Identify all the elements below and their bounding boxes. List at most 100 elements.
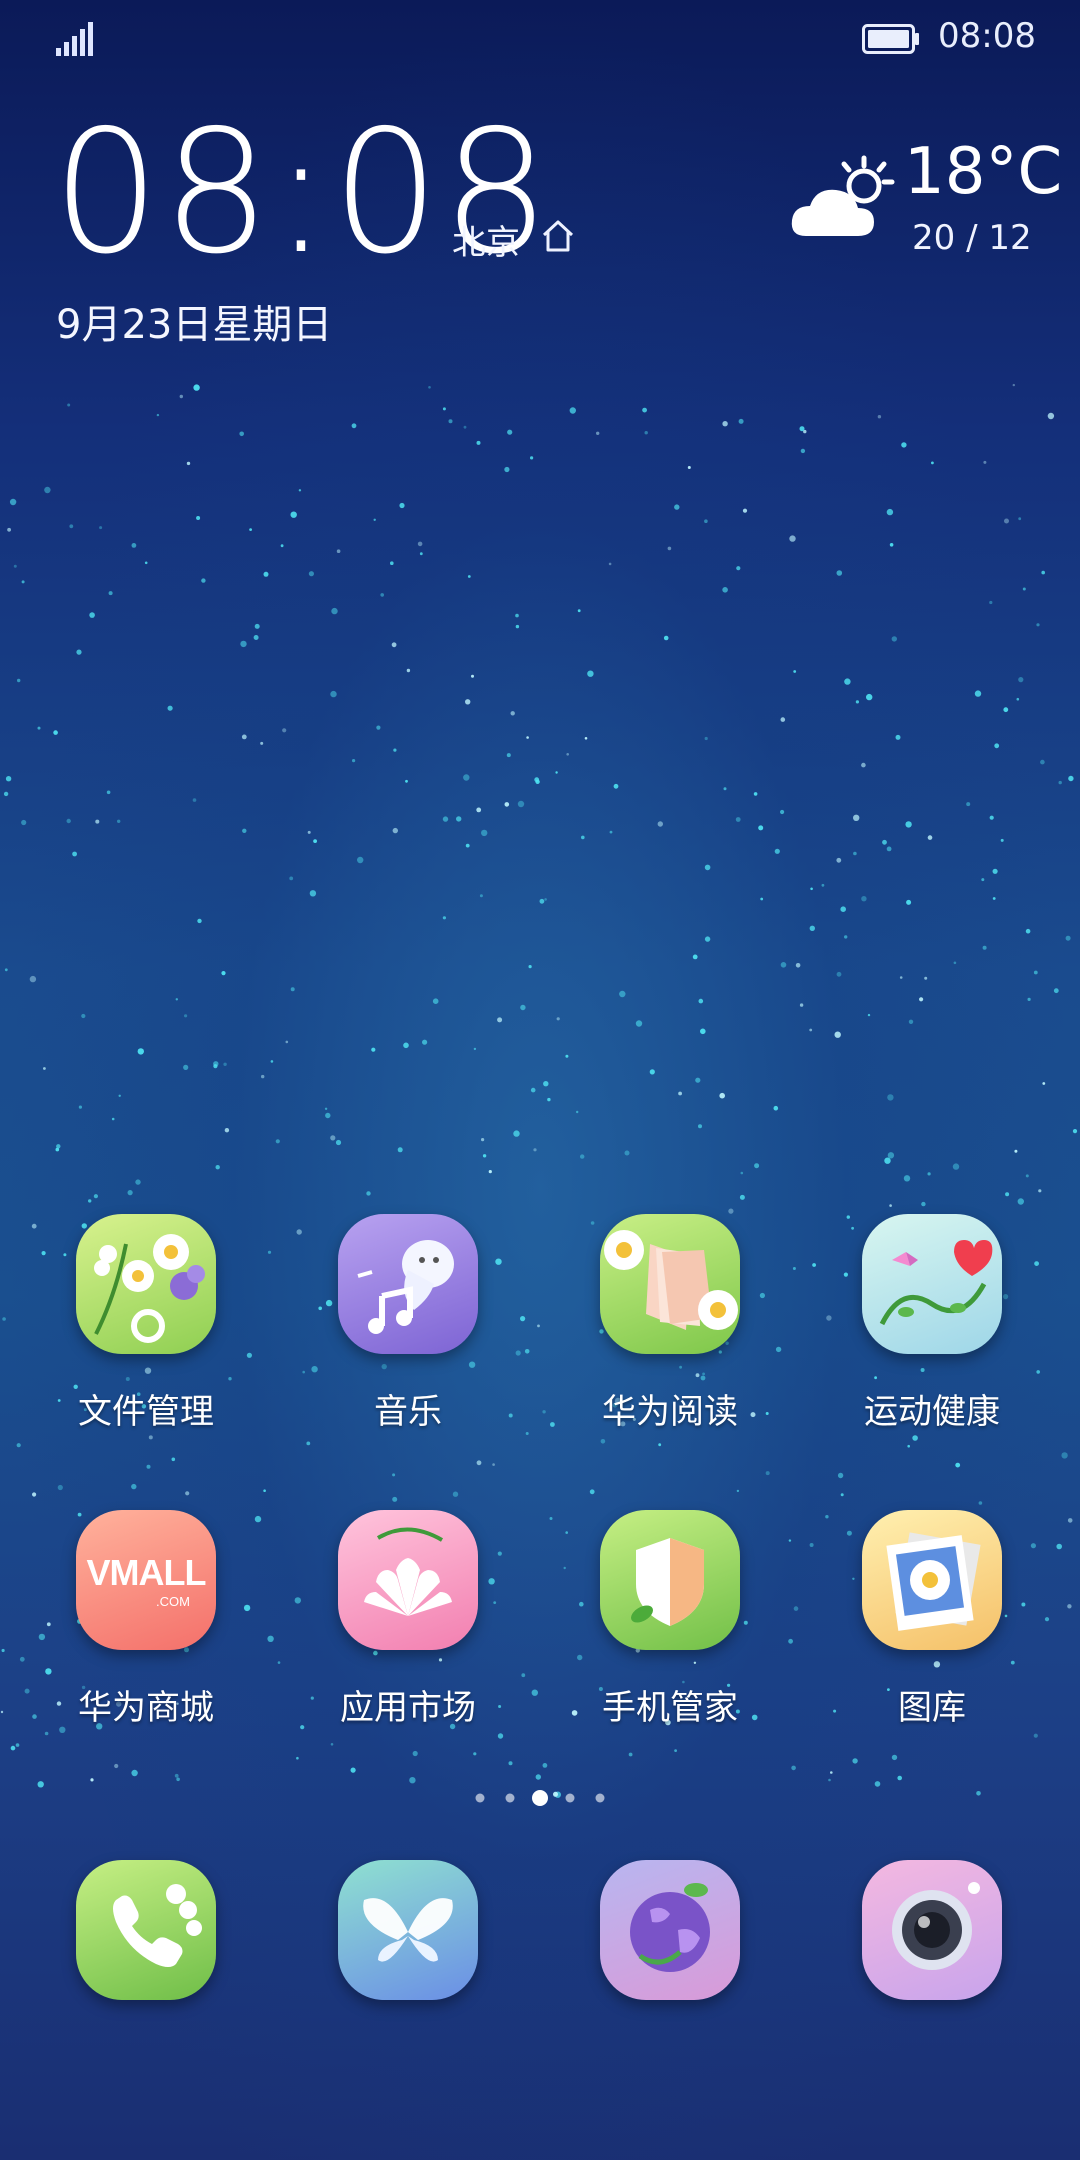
star xyxy=(114,1763,119,1769)
star xyxy=(780,809,785,815)
star xyxy=(547,1097,551,1102)
star xyxy=(253,635,259,640)
star xyxy=(799,426,805,432)
star xyxy=(148,1435,153,1440)
star xyxy=(201,578,206,583)
star xyxy=(1005,1192,1010,1197)
star xyxy=(131,1769,138,1777)
star xyxy=(392,1496,398,1502)
star xyxy=(352,759,356,763)
star xyxy=(37,1781,44,1788)
app-vmall[interactable]: VMALL .COM 华为商城 xyxy=(46,1510,246,1729)
star xyxy=(69,524,74,529)
star xyxy=(976,1791,981,1796)
star xyxy=(406,668,411,673)
star xyxy=(698,998,704,1004)
star xyxy=(117,819,121,823)
star xyxy=(738,418,744,424)
page-dot-active[interactable] xyxy=(532,1790,548,1806)
page-indicator[interactable] xyxy=(470,1788,610,1808)
dock-messages[interactable] xyxy=(308,1860,508,2000)
star xyxy=(330,1743,334,1746)
star xyxy=(792,1267,796,1270)
app-file-manager[interactable]: 文件管理 xyxy=(46,1214,246,1433)
star xyxy=(508,1413,513,1418)
star xyxy=(106,790,111,795)
file-manager-icon xyxy=(76,1214,216,1354)
star xyxy=(528,965,532,969)
star xyxy=(692,954,698,960)
star xyxy=(239,431,244,437)
star xyxy=(215,1165,220,1170)
star xyxy=(99,526,103,530)
star xyxy=(167,705,173,711)
page-dot[interactable] xyxy=(595,1793,605,1803)
star xyxy=(275,1139,280,1144)
star xyxy=(242,828,247,833)
star xyxy=(497,1017,503,1023)
star xyxy=(277,1661,281,1664)
star xyxy=(1041,570,1045,575)
star xyxy=(723,787,727,791)
page-dot[interactable] xyxy=(505,1793,515,1803)
star xyxy=(193,384,200,391)
page-dot[interactable] xyxy=(475,1793,485,1803)
star xyxy=(246,1352,252,1358)
app-market[interactable]: 应用市场 xyxy=(308,1510,508,1729)
star xyxy=(836,971,842,977)
star xyxy=(1033,970,1038,975)
star xyxy=(108,591,113,596)
star xyxy=(530,1087,536,1093)
partly-cloudy-icon[interactable] xyxy=(788,150,900,246)
star xyxy=(1067,1518,1073,1523)
status-time: 08:08 xyxy=(938,16,1036,56)
star xyxy=(974,690,982,697)
star xyxy=(989,815,994,820)
star xyxy=(1025,928,1031,934)
star xyxy=(44,486,51,494)
star xyxy=(544,898,547,901)
star xyxy=(1042,1082,1046,1085)
star xyxy=(197,918,202,924)
app-health[interactable]: 运动健康 xyxy=(832,1214,1032,1433)
star xyxy=(419,552,423,556)
star xyxy=(67,403,71,407)
star xyxy=(912,1435,918,1441)
star xyxy=(0,1710,4,1714)
star xyxy=(76,649,82,655)
star xyxy=(921,1201,926,1207)
star xyxy=(1040,759,1045,765)
star xyxy=(463,425,467,429)
app-phone-manager[interactable]: 手机管家 xyxy=(570,1510,770,1729)
dock-camera[interactable] xyxy=(832,1860,1032,2000)
star xyxy=(17,678,21,683)
star xyxy=(504,466,510,473)
star xyxy=(521,1673,526,1678)
star xyxy=(635,1020,643,1027)
star xyxy=(351,423,357,429)
star xyxy=(644,431,648,435)
star xyxy=(722,421,728,427)
star xyxy=(1025,1174,1029,1178)
star xyxy=(882,839,887,845)
star xyxy=(793,670,797,673)
star xyxy=(397,1147,403,1153)
star xyxy=(515,624,520,629)
star xyxy=(1058,780,1062,785)
star xyxy=(280,544,284,548)
star xyxy=(517,800,525,808)
app-reading[interactable]: 华为阅读 xyxy=(570,1214,770,1433)
page-dot[interactable] xyxy=(565,1793,575,1803)
star xyxy=(1,1648,5,1653)
star xyxy=(524,1349,530,1354)
dock-browser[interactable] xyxy=(570,1860,770,2000)
star xyxy=(624,1150,630,1156)
star xyxy=(488,1170,492,1174)
star xyxy=(1014,1149,1018,1153)
star xyxy=(144,561,148,565)
dock-phone[interactable] xyxy=(46,1860,246,2000)
star xyxy=(298,489,302,492)
app-music[interactable]: 音乐 xyxy=(308,1214,508,1433)
star xyxy=(90,1778,94,1782)
app-gallery[interactable]: 图库 xyxy=(832,1510,1032,1729)
